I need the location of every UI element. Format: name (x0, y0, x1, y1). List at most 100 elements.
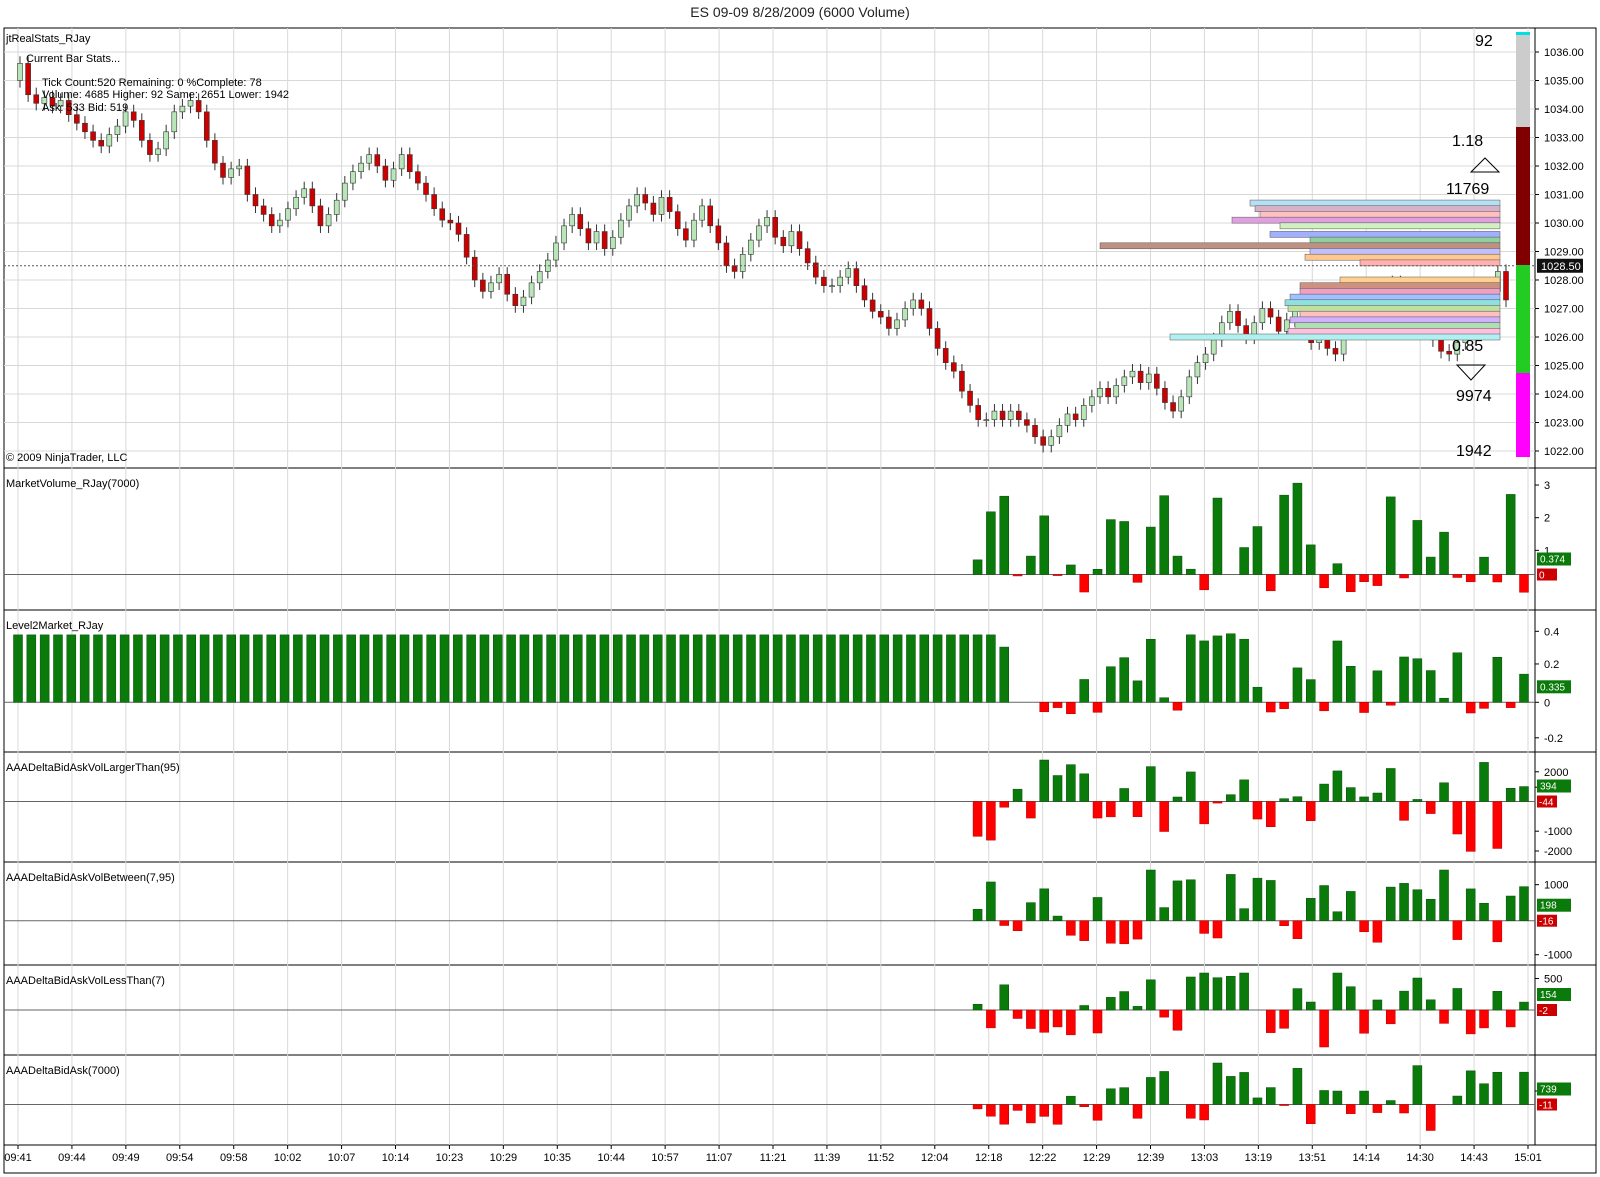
panel-tick-label: 1000 (1544, 880, 1568, 892)
panel-bar (1239, 638, 1249, 703)
panel-bar (919, 634, 930, 703)
candle-body (203, 111, 210, 141)
candle-body (959, 370, 965, 392)
panel-bar (1412, 799, 1423, 802)
panel-bar (1052, 1009, 1063, 1028)
panel-bar (799, 634, 810, 703)
candle-body (1080, 405, 1087, 420)
panel-bar (1146, 869, 1156, 921)
panel-value-label: 0.374 (1540, 555, 1565, 566)
panel-bar (1439, 869, 1449, 921)
panel-bar (1226, 1076, 1236, 1105)
panel-bar (1079, 574, 1089, 593)
candle-body (480, 279, 486, 292)
candle-body (618, 219, 624, 238)
panel-bar (1106, 801, 1116, 818)
time-tick-label: 14:14 (1352, 1152, 1380, 1164)
price-tick-label: 1025.00 (1544, 361, 1584, 373)
panel-bar (1519, 574, 1529, 593)
panel-tick-label: -1000 (1544, 950, 1572, 962)
profile-bar (1254, 205, 1501, 212)
candle-body (366, 154, 372, 164)
candle-body (171, 111, 178, 133)
candle-body (869, 299, 876, 312)
candle-body (707, 205, 714, 227)
panel-bar (1306, 1104, 1316, 1124)
panel-bar (159, 634, 170, 703)
candle-body (325, 214, 332, 227)
panel-neg-label: -44 (1539, 798, 1554, 809)
panel-bar (53, 634, 63, 703)
stats-line2: Volume: 4685 Higher: 92 Same: 2651 Lower… (42, 89, 290, 101)
panel-5-name: AAADeltaBidAskVolLessThan(7) (6, 975, 165, 987)
profile-bar (1279, 222, 1501, 230)
candle-body (951, 362, 957, 372)
panel-bar (1172, 880, 1183, 921)
panel-bar (892, 634, 903, 703)
panel-bar (1052, 1104, 1063, 1125)
panel-bar (279, 634, 290, 703)
panel-6-name: AAADeltaBidAsk(7000) (6, 1065, 120, 1077)
candle-body (902, 308, 908, 321)
candle-body (512, 293, 519, 306)
panel-bar (1332, 911, 1343, 921)
panel-bar (1239, 779, 1249, 802)
candle-body (1129, 370, 1136, 378)
candle-body (309, 188, 316, 207)
panel-tick-label: -1000 (1544, 826, 1572, 838)
panel-bar (1279, 920, 1289, 926)
candle-body (764, 217, 770, 227)
panel-bar (239, 634, 250, 703)
panel-bar (1119, 920, 1129, 945)
candle-body (342, 182, 348, 201)
profile-bar (1269, 231, 1501, 238)
panel-bar (1026, 1009, 1036, 1029)
panel-bar (1266, 1087, 1276, 1105)
panel-bar (999, 495, 1009, 575)
panel-bar (1279, 798, 1289, 802)
panel-bar (1186, 634, 1196, 703)
panel-bar (559, 634, 570, 703)
candle-body (423, 182, 429, 195)
panel-bar (1066, 1095, 1076, 1105)
panel-tick-label: 2000 (1544, 767, 1568, 779)
panel-bar (652, 634, 663, 703)
candle-body (25, 63, 31, 96)
panel-bar (1345, 1104, 1356, 1114)
panel-bar (1385, 1009, 1396, 1025)
candle-body (1227, 311, 1233, 324)
panel-bar (1359, 796, 1369, 802)
profile-bar (1309, 248, 1501, 255)
candle-body (569, 214, 575, 227)
price-tick-label: 1035.00 (1544, 76, 1584, 88)
time-tick-label: 09:49 (112, 1152, 140, 1164)
panel-bar (1492, 656, 1503, 703)
candle-body (528, 282, 535, 298)
panel-bar (1186, 879, 1196, 921)
ratio-down: 0.85 (1452, 338, 1484, 355)
candle-body (561, 225, 567, 244)
top-count: 92 (1475, 33, 1493, 50)
panel-bar (13, 634, 23, 703)
panel-bar (586, 634, 596, 703)
panel-bar (826, 634, 836, 703)
candle-body (756, 225, 762, 241)
panel-bar (1479, 1083, 1489, 1105)
panel-bar (1332, 1090, 1343, 1105)
candle-body (1332, 348, 1339, 355)
candle-body (845, 268, 852, 278)
panel-bar (972, 1003, 983, 1011)
panel-bar (1066, 1009, 1076, 1036)
panel-bar (1186, 771, 1196, 802)
time-tick-label: 14:43 (1460, 1152, 1488, 1164)
time-tick-label: 10:23 (436, 1152, 464, 1164)
candle-body (999, 410, 1006, 420)
panel-bar (1266, 1009, 1276, 1033)
panel-bar (1319, 574, 1329, 589)
candle-body (812, 262, 819, 278)
panel-bar (439, 634, 450, 703)
panel-bar (1266, 574, 1276, 592)
panel-bar (1505, 788, 1516, 802)
panel-bar (1345, 574, 1356, 592)
panel-bar (599, 634, 610, 703)
